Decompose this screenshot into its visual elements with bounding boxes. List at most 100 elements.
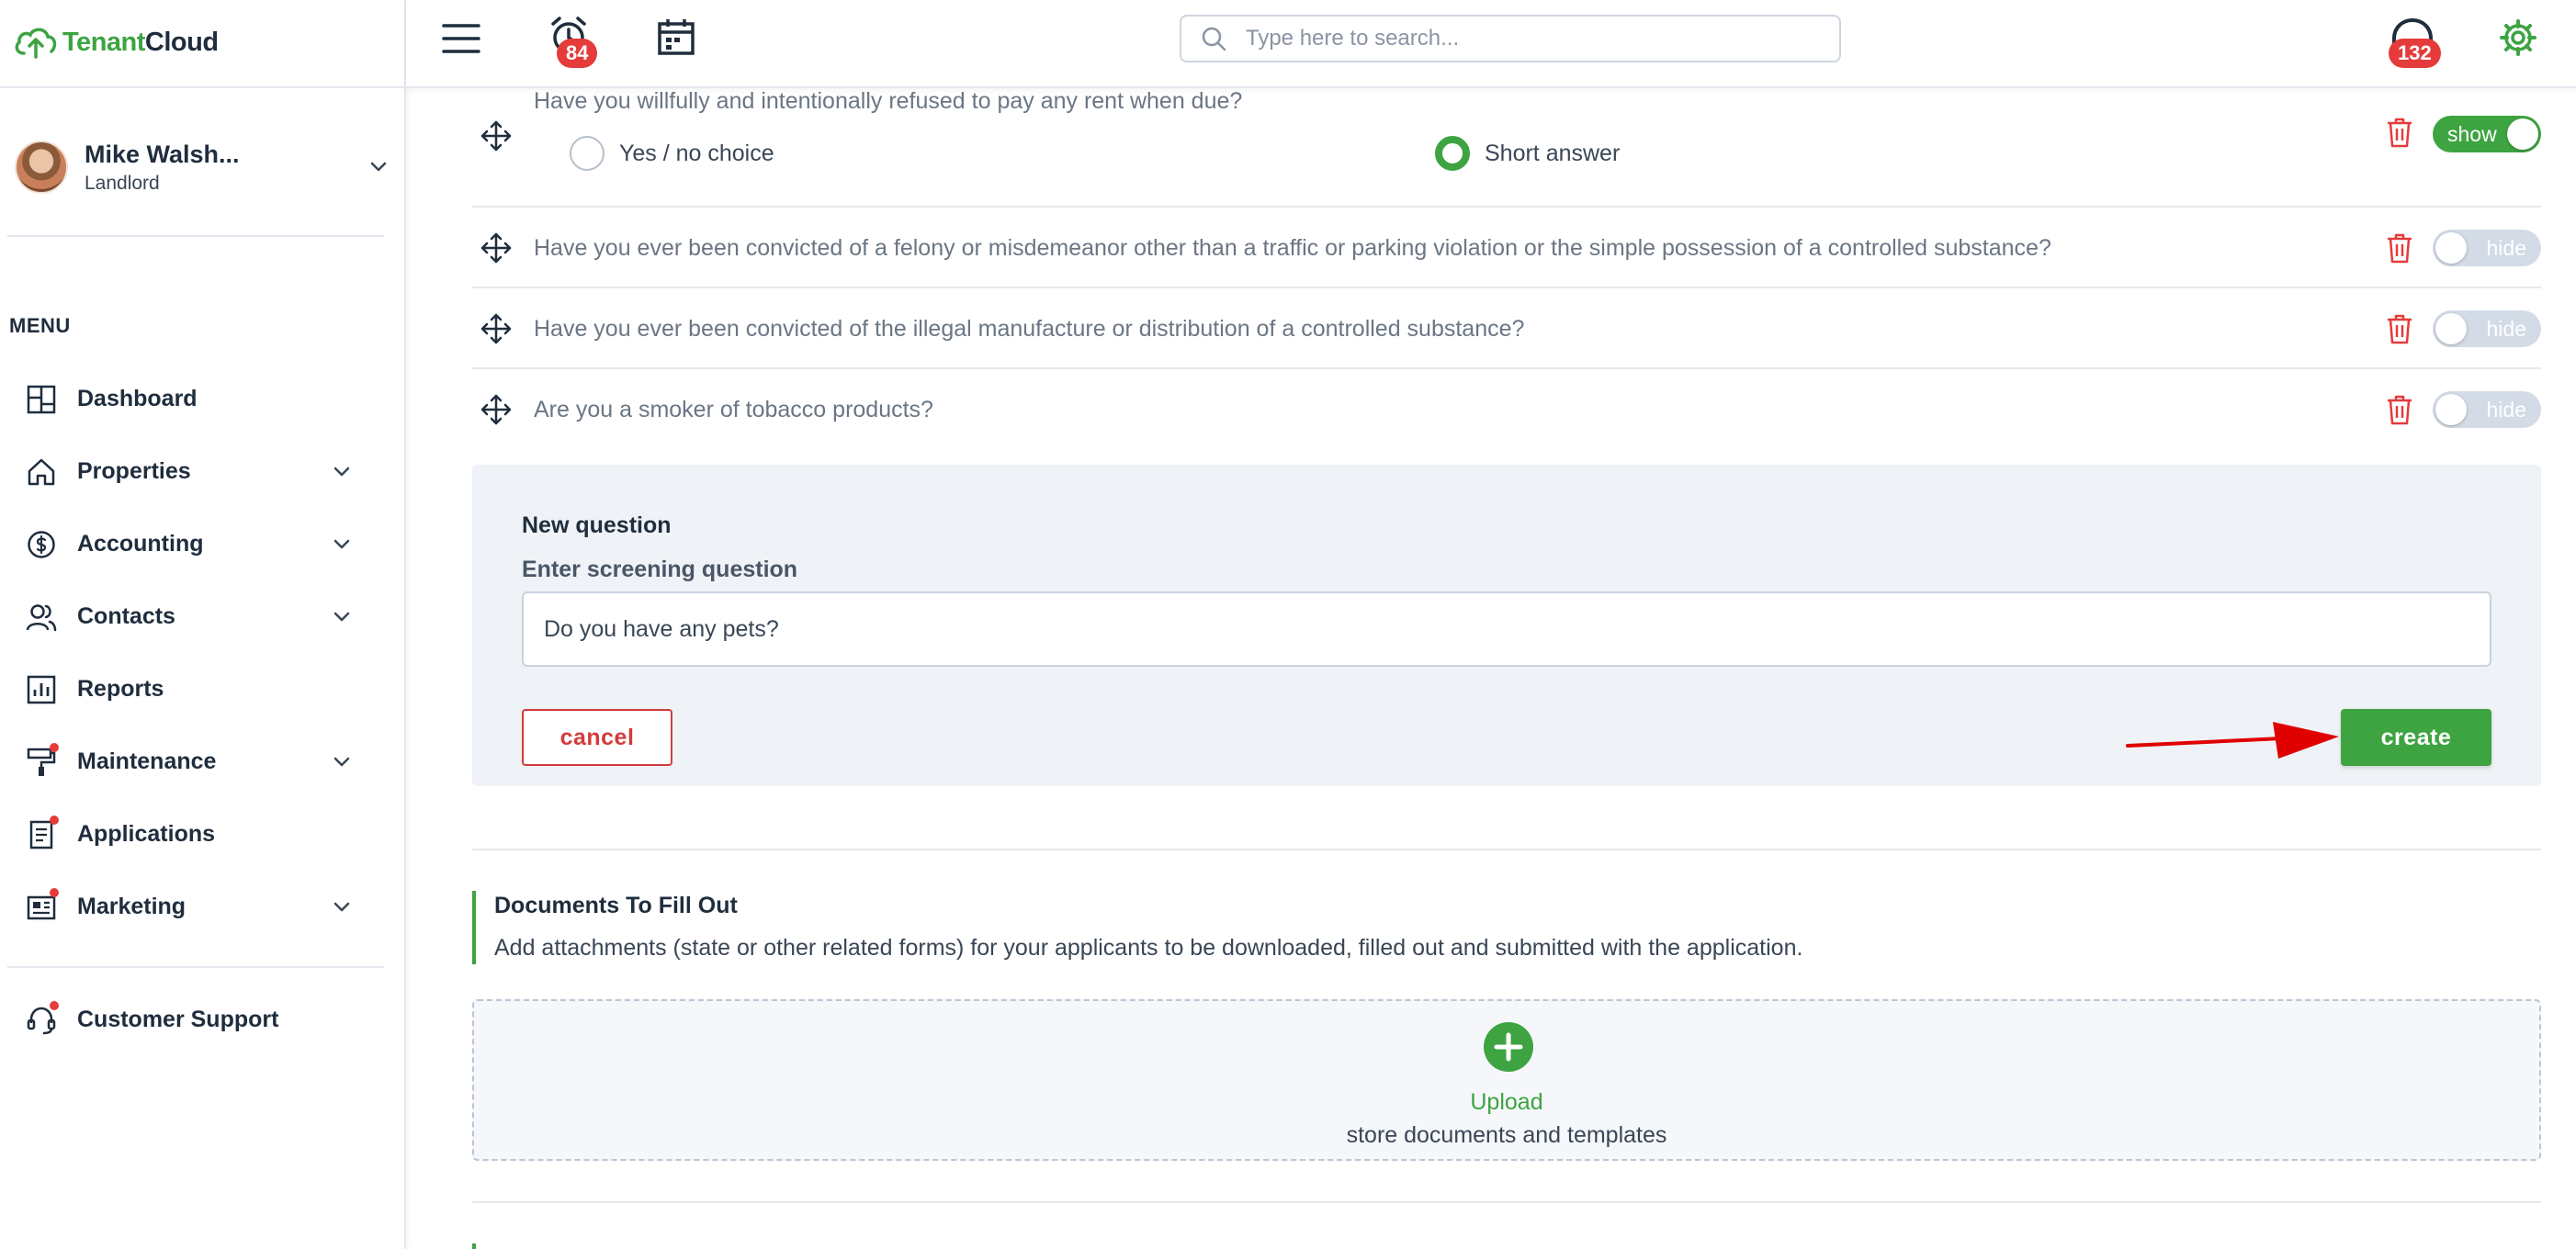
sidebar-item-marketing[interactable]: Marketing [0,871,406,943]
screening-question-row: Have you ever been convicted of a felony… [472,208,2541,288]
dashboard-icon [26,384,57,415]
user-role: Landlord [85,172,160,194]
divider [0,86,406,88]
calendar-icon[interactable] [656,17,696,57]
alarm-count-badge: 84 [557,39,598,68]
upload-subtitle: store documents and templates [1346,1122,1667,1148]
search-input[interactable] [1246,26,1797,51]
sidebar-item-label: Contacts [77,603,175,629]
screening-question-label: Enter screening question [522,557,798,582]
create-button[interactable]: create [2341,709,2491,766]
visibility-toggle[interactable]: hide [2433,230,2541,266]
home-icon [26,456,57,488]
chevron-down-icon[interactable] [366,154,391,180]
answer-type-short-answer[interactable]: Short answer [1435,136,1620,171]
menu-title: MENU [9,314,71,337]
sidebar-nav: Dashboard Properties Accounting Contacts… [0,363,406,943]
chevron-down-icon[interactable] [329,459,355,485]
sidebar-item-customer-support[interactable]: Customer Support [0,984,406,1056]
drag-handle-icon[interactable] [480,119,513,152]
new-question-panel: New question Enter screening question ca… [472,465,2541,786]
avatar [15,141,68,194]
divider [7,235,384,237]
new-question-title: New question [522,512,672,538]
sidebar-item-applications[interactable]: Applications [0,798,406,871]
user-name: Mike Walsh... [85,140,240,168]
cancel-button[interactable]: cancel [522,709,672,766]
sidebar-item-label: Dashboard [77,386,198,411]
sidebar-item-maintenance[interactable]: Maintenance [0,726,406,798]
toggle-label: show [2447,122,2497,146]
trash-icon[interactable] [2385,116,2414,149]
chevron-down-icon[interactable] [329,749,355,775]
search-icon [1202,27,1226,51]
sidebar-item-label: Reports [77,676,164,702]
sidebar-item-properties[interactable]: Properties [0,435,406,508]
toggle-knob [2435,394,2467,425]
drag-handle-icon[interactable] [480,312,513,345]
sidebar-item-contacts[interactable]: Contacts [0,580,406,653]
toggle-knob [2435,313,2467,344]
question-text: Have you ever been convicted of the ille… [534,316,1525,342]
answer-type-yes-no[interactable]: Yes / no choice [570,136,774,171]
screening-question-row: Have you willfully and intentionally ref… [472,88,2541,208]
radio-button-selected[interactable] [1435,136,1470,171]
chevron-down-icon[interactable] [329,532,355,557]
chevron-down-icon[interactable] [329,895,355,920]
visibility-toggle[interactable]: show [2433,116,2541,152]
documents-description: Add attachments (state or other related … [494,935,1803,961]
document-icon [26,815,59,850]
visibility-toggle[interactable]: hide [2433,310,2541,347]
radio-label: Short answer [1485,140,1621,166]
sidebar-item-dashboard[interactable]: Dashboard [0,363,406,435]
sidebar-item-reports[interactable]: Reports [0,653,406,726]
sidebar-item-label: Marketing [77,894,186,919]
radio-button[interactable] [570,136,604,171]
toggle-label: hide [2486,398,2526,422]
question-text: Have you willfully and intentionally ref… [534,88,1243,114]
search-box[interactable] [1180,15,1841,62]
sidebar-item-label: Accounting [77,531,204,557]
trash-icon[interactable] [2385,393,2414,426]
screening-question-row: Are you a smoker of tobacco products? hi… [472,369,2541,439]
sidebar: TenantCloud Mike Walsh... Landlord MENU … [0,0,406,1249]
toggle-label: hide [2486,317,2526,341]
sidebar-item-label: Customer Support [77,1007,279,1032]
hamburger-menu-icon[interactable] [441,20,481,57]
cloud-upload-icon [15,28,57,59]
notification-dot [50,742,59,752]
trash-icon[interactable] [2385,312,2414,345]
contacts-icon [26,602,57,633]
drag-handle-icon[interactable] [480,231,513,264]
main-content: Have you willfully and intentionally ref… [439,88,2576,1249]
plus-circle-icon[interactable] [1483,1021,1534,1073]
question-text: Have you ever been convicted of a felony… [534,235,2051,261]
user-profile[interactable]: Mike Walsh... Landlord [15,138,391,197]
upload-dropzone[interactable]: Upload store documents and templates [472,999,2541,1161]
newspaper-icon [26,887,59,923]
upload-label[interactable]: Upload [474,1089,2539,1116]
dollar-icon [26,529,57,560]
toggle-knob [2435,232,2467,264]
sidebar-item-accounting[interactable]: Accounting [0,508,406,580]
sidebar-item-label: Applications [77,821,216,847]
documents-title: Documents To Fill Out [494,893,738,918]
screening-question-input[interactable] [522,591,2491,667]
trash-icon[interactable] [2385,231,2414,264]
notification-dot [50,887,59,897]
documents-section: Documents To Fill Out Add attachments (s… [472,891,2541,964]
toggle-knob [2507,118,2538,150]
paint-roller-icon [26,742,59,778]
sidebar-item-label: Maintenance [77,748,217,774]
radio-label: Yes / no choice [619,140,774,166]
visibility-toggle[interactable]: hide [2433,391,2541,428]
support-count-badge: 132 [2389,39,2441,68]
divider [472,849,2541,850]
tenantcloud-logo[interactable]: TenantCloud [13,20,219,64]
gear-icon[interactable] [2499,18,2537,57]
screening-question-row: Have you ever been convicted of the ille… [472,288,2541,369]
sidebar-item-label: Properties [77,458,191,484]
drag-handle-icon[interactable] [480,393,513,426]
notification-dot [50,1000,59,1010]
chevron-down-icon[interactable] [329,604,355,630]
